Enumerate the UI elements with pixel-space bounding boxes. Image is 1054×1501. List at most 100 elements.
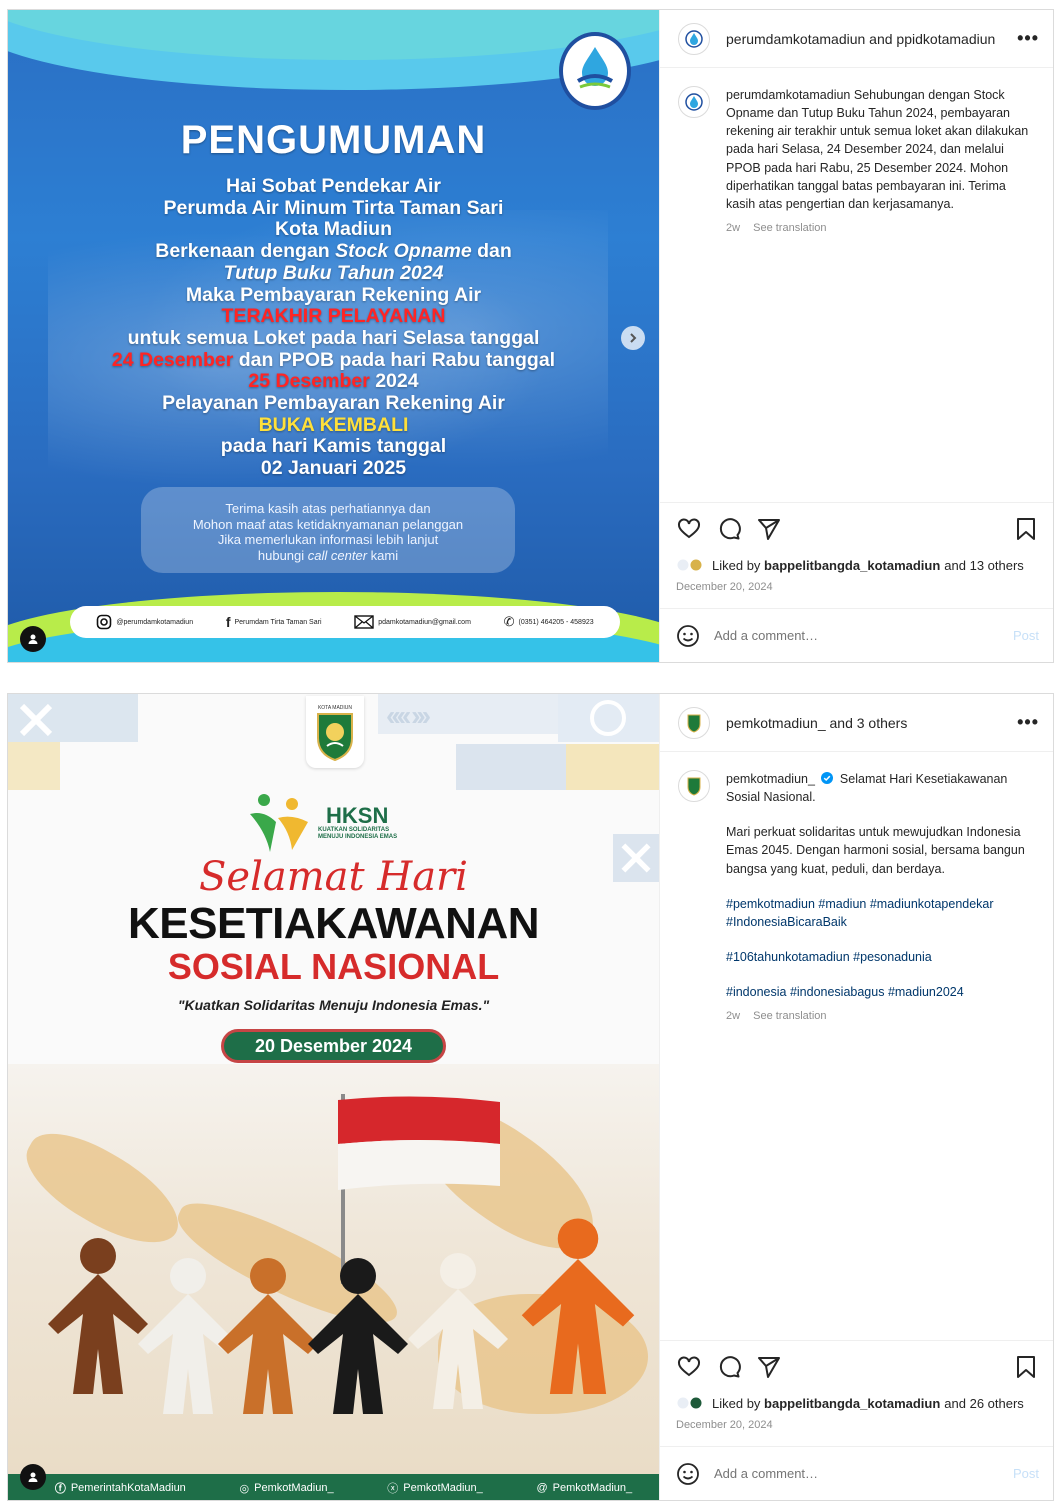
- post-age: 2w: [726, 221, 741, 234]
- headline-1: KESETIAKAWANAN: [127, 899, 540, 948]
- x-icon: ⓧ: [387, 1483, 399, 1495]
- instagram-icon: [97, 614, 112, 630]
- avatar[interactable]: [678, 22, 710, 55]
- contact-bar: @perumdamkotamadiun f Perumdam Tirta Tam…: [70, 606, 620, 638]
- kota-madiun-crest-icon: [687, 777, 701, 796]
- bookmark-icon: [1017, 1355, 1035, 1378]
- facebook-icon: ⓕ: [54, 1483, 66, 1495]
- pdam-logo-icon: [685, 29, 703, 48]
- avatar[interactable]: [678, 706, 710, 739]
- see-translation-link[interactable]: See translation: [753, 222, 826, 234]
- comment-icon: [719, 517, 741, 539]
- emoji-icon[interactable]: [676, 624, 700, 648]
- post-date[interactable]: December 20, 2024: [660, 576, 1053, 598]
- liker-username[interactable]: bappelitbangda_kotamadiun: [764, 1396, 940, 1411]
- bookmark-icon: [1017, 517, 1035, 540]
- svg-text:KOTA MADIUN: KOTA MADIUN: [318, 705, 352, 711]
- comment-button[interactable]: [716, 1354, 742, 1380]
- event-date: 20 Desember 2024: [221, 1029, 446, 1063]
- caption-username[interactable]: perumdamkotamadiun: [726, 88, 850, 102]
- like-button[interactable]: [676, 1354, 702, 1380]
- post-date[interactable]: December 20, 2024: [660, 1414, 1053, 1436]
- hashtags[interactable]: #pemkotmadiun #madiun #madiunkotapendeka…: [726, 895, 1035, 931]
- liker-avatars: [676, 1396, 706, 1410]
- greeting-script: Selamat Hari: [199, 854, 468, 900]
- avatar[interactable]: [678, 86, 710, 118]
- post-header: perumdamkotamadiun and ppidkotamadiun ••…: [660, 10, 1053, 68]
- liker-username[interactable]: bappelitbangda_kotamadiun: [764, 558, 940, 573]
- people-logo-icon: [250, 794, 308, 852]
- facebook-icon: f: [225, 614, 231, 630]
- post-image-2[interactable]: ‹‹‹‹ ››› KOTA MADIUN HKSN KUATKAN SOLIDA…: [8, 694, 659, 1500]
- comment-input[interactable]: [714, 628, 1013, 643]
- post-sidebar-2: pemkotmadiun_ and 3 others ••• pemkotmad…: [659, 694, 1053, 1500]
- arrows-decoration: ‹‹‹‹ ›››: [386, 700, 431, 731]
- threads-icon: @: [536, 1482, 548, 1494]
- post-card-1: PENGUMUMAN Hai Sobat Pendekar Air Perumd…: [7, 9, 1054, 663]
- liker-avatars: [676, 558, 706, 572]
- post-author-names[interactable]: perumdamkotamadiun and ppidkotamadiun: [726, 31, 1017, 47]
- pdam-logo-icon: [685, 93, 703, 111]
- hashtags[interactable]: #indonesia #indonesiabagus #madiun2024: [726, 983, 1035, 1001]
- comment-button[interactable]: [716, 516, 742, 542]
- post-age: 2w: [726, 1010, 741, 1023]
- user-icon: [28, 634, 38, 644]
- hashtags[interactable]: #106tahunkotamadiun #pesonadunia: [726, 948, 1035, 966]
- indonesia-flag-icon: [338, 1096, 500, 1190]
- pdam-logo: [559, 32, 631, 110]
- others-link[interactable]: and 26 others: [944, 1396, 1024, 1411]
- thank-you-box: Terima kasih atas perhatiannya dan Mohon…: [141, 487, 515, 573]
- next-image-button[interactable]: [621, 326, 645, 350]
- action-bar: [660, 502, 1053, 554]
- post-comment-button[interactable]: Post: [1013, 628, 1039, 643]
- circle-decoration-icon: [590, 700, 626, 736]
- post-card-2: ‹‹‹‹ ››› KOTA MADIUN HKSN KUATKAN SOLIDA…: [7, 693, 1054, 1501]
- more-options-icon[interactable]: •••: [1017, 712, 1039, 733]
- announcement-body: Hai Sobat Pendekar Air Perumda Air Minum…: [111, 175, 556, 480]
- avatar[interactable]: [678, 770, 710, 802]
- paper-person-icon: [408, 1253, 508, 1409]
- caption: pemkotmadiun_ Selamat Hari Kesetiakawana…: [660, 752, 1053, 1340]
- heart-icon: [678, 517, 700, 538]
- more-options-icon[interactable]: •••: [1017, 28, 1039, 49]
- post-comment-button[interactable]: Post: [1013, 1466, 1039, 1481]
- save-button[interactable]: [1013, 516, 1039, 542]
- action-bar: [660, 1340, 1053, 1392]
- others-link[interactable]: and 13 others: [944, 558, 1024, 573]
- likes-summary: Liked by bappelitbangda_kotamadiun and 1…: [660, 554, 1053, 576]
- post-sidebar-1: perumdamkotamadiun and ppidkotamadiun ••…: [659, 10, 1053, 662]
- tagline: "Kuatkan Solidaritas Menuju Indonesia Em…: [177, 997, 490, 1013]
- tagged-users-button[interactable]: [20, 1464, 46, 1490]
- post-author-names[interactable]: pemkotmadiun_ and 3 others: [726, 715, 1017, 731]
- headline-2: SOSIAL NASIONAL: [167, 946, 500, 987]
- heart-icon: [678, 1355, 700, 1376]
- like-button[interactable]: [676, 516, 702, 542]
- caption: perumdamkotamadiun Sehubungan dengan Sto…: [660, 68, 1053, 502]
- post-header: pemkotmadiun_ and 3 others •••: [660, 694, 1053, 752]
- send-icon: [758, 1356, 780, 1378]
- kota-madiun-crest-icon: [687, 714, 701, 733]
- comment-box: Post: [660, 1446, 1053, 1500]
- tagged-users-button[interactable]: [20, 626, 46, 652]
- kota-madiun-crest: KOTA MADIUN: [306, 696, 364, 768]
- comment-box: Post: [660, 608, 1053, 662]
- share-button[interactable]: [756, 516, 782, 542]
- user-icon: [28, 1472, 38, 1482]
- emoji-icon[interactable]: [676, 1462, 700, 1486]
- share-button[interactable]: [756, 1354, 782, 1380]
- social-footer: ⓕ PemerintahKotaMadiun ◎ PemkotMadiun_ ⓧ Pe…: [8, 1474, 659, 1500]
- post-image-1[interactable]: PENGUMUMAN Hai Sobat Pendekar Air Perumd…: [8, 10, 659, 662]
- verified-badge-icon: [821, 772, 834, 784]
- see-translation-link[interactable]: See translation: [753, 1010, 826, 1022]
- instagram-icon: ◎: [239, 1482, 250, 1495]
- send-icon: [758, 518, 780, 540]
- save-button[interactable]: [1013, 1354, 1039, 1380]
- caption-text: Sehubungan dengan Stock Opname dan Tutup…: [726, 88, 1029, 211]
- paper-person-icon: [521, 1218, 635, 1394]
- comment-input[interactable]: [714, 1466, 1013, 1481]
- likes-summary: Liked by bappelitbangda_kotamadiun and 2…: [660, 1392, 1053, 1414]
- x-decoration-icon: [19, 703, 53, 737]
- comment-icon: [719, 1355, 741, 1377]
- caption-username[interactable]: pemkotmadiun_: [726, 772, 815, 786]
- email-icon: [354, 615, 374, 629]
